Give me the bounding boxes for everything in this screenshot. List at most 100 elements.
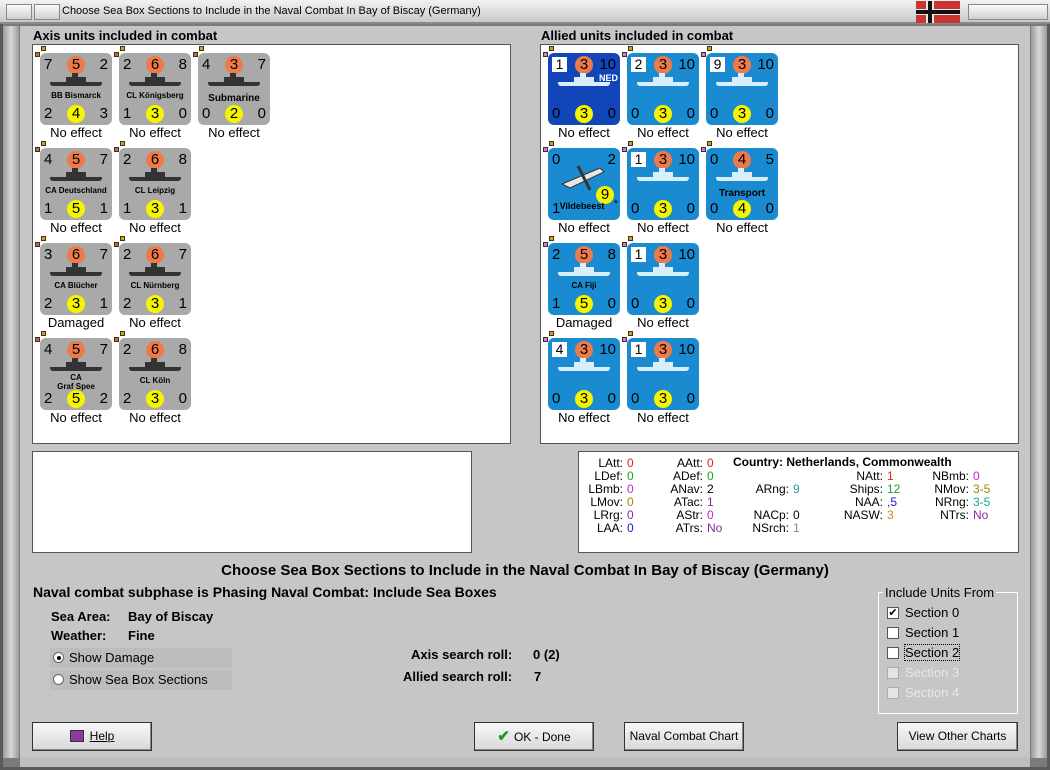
axis-roll-value: 0 (2): [533, 647, 560, 662]
unit-name: CL Leipzig: [134, 186, 176, 195]
nationality-marker-icon: [35, 147, 40, 152]
unit-stat-tl: 1: [631, 342, 646, 357]
unit-stat-tl: 9: [710, 57, 725, 72]
stat-key: ADef:: [672, 469, 703, 483]
axis-unit-counter[interactable]: 4 7 0 0 3 2 Submarine: [198, 53, 270, 125]
attack-value-badge: 3: [575, 341, 593, 359]
axis-unit-counter[interactable]: 4 7 2 2 5 5 Graf Spee CA: [40, 338, 112, 410]
combat-result-label: No effect: [637, 220, 689, 235]
combat-result-label: Damaged: [47, 315, 105, 330]
radio-icon[interactable]: [53, 674, 64, 685]
ship-silhouette-icon: [129, 168, 181, 181]
unit-stat-tl: 1: [552, 57, 567, 72]
attack-value-badge: 3: [575, 56, 593, 74]
stat-value: 1: [793, 521, 800, 535]
allied-unit-counter[interactable]: 1 10 0 0 3 3: [627, 148, 699, 220]
nationality-marker-icon: [628, 236, 633, 241]
axis-unit-counter[interactable]: 2 7 2 1 6 3 CL Nürnberg: [119, 243, 191, 315]
ship-silhouette-icon: [637, 263, 689, 276]
minimize-button[interactable]: [34, 4, 60, 20]
view-other-charts-button[interactable]: View Other Charts: [897, 722, 1018, 751]
section-4-checkbox: [887, 687, 899, 699]
attack-value-badge: 5: [67, 341, 85, 359]
nationality-marker-icon: [628, 46, 633, 51]
ship-silhouette-icon: [716, 168, 768, 181]
naval-combat-chart-button[interactable]: Naval Combat Chart: [624, 722, 744, 751]
unit-stat-br: 1: [99, 200, 108, 217]
allied-unit-counter[interactable]: 0 5 0 0 4 4 Transport: [706, 148, 778, 220]
stat-key: NTrs:: [940, 508, 969, 522]
unit-stat-br: 1: [178, 295, 187, 312]
help-button[interactable]: Help: [32, 722, 152, 751]
unit-stat-br: 0: [765, 105, 774, 122]
allied-unit-counter[interactable]: 1 10 0 0 3 3 NED: [548, 53, 620, 125]
allied-unit-counter[interactable]: 9 10 0 0 3 3: [706, 53, 778, 125]
attack-value-badge: 3: [225, 56, 243, 74]
section-2-checkbox[interactable]: [887, 647, 899, 659]
allied-unit-counter[interactable]: 0 2 1 * 9 Vildebeest: [548, 148, 620, 220]
unit-stat-tr: 7: [99, 151, 108, 168]
stat-key: ANav:: [670, 482, 703, 496]
ship-silhouette-icon: [558, 358, 610, 371]
section-1-checkbox[interactable]: [887, 627, 899, 639]
dialog-heading: Choose Sea Box Sections to Include in th…: [221, 562, 829, 579]
axis-unit-counter[interactable]: 2 8 1 1 6 3 CL Leipzig: [119, 148, 191, 220]
unit-stat-tr: 8: [178, 151, 187, 168]
combat-result-label: No effect: [129, 220, 181, 235]
ship-silhouette-icon: [637, 168, 689, 181]
allied-unit-counter[interactable]: 2 10 0 0 3 3: [627, 53, 699, 125]
unit-name: CA: [70, 373, 82, 382]
include-units-group: Include Units From ✔ Section 0 Section 1…: [878, 585, 1018, 714]
show-damage-option[interactable]: Show Damage: [50, 648, 232, 668]
unit-stat-tr: 2: [607, 151, 616, 168]
defense-value-badge: 3: [654, 390, 672, 408]
system-menu-button[interactable]: [6, 4, 32, 20]
title-right-buttons[interactable]: [968, 4, 1048, 20]
stat-value: ,5: [887, 495, 898, 509]
axis-unit-counter[interactable]: 4 7 1 1 5 5 CA Deutschland: [40, 148, 112, 220]
stat-value: 1: [707, 495, 714, 509]
unit-stat-tl: 2: [123, 341, 132, 358]
germany-flag-icon: [916, 1, 960, 23]
weather-value: Fine: [128, 628, 155, 643]
unit-stat-bl: 2: [44, 105, 53, 122]
axis-unit-counter[interactable]: 2 8 1 0 6 3 CL Königsberg: [119, 53, 191, 125]
unit-stat-tr: 10: [757, 56, 774, 73]
ok-done-button[interactable]: ✔ OK - Done: [474, 722, 594, 751]
axis-unit-counter[interactable]: 2 8 2 0 6 3 CL Köln: [119, 338, 191, 410]
section-0-checkbox[interactable]: ✔: [887, 607, 899, 619]
combat-result-label: Damaged: [555, 315, 613, 330]
defense-value-badge: 3: [575, 105, 593, 123]
allied-unit-counter[interactable]: 4 10 0 0 3 3: [548, 338, 620, 410]
allied-unit-counter[interactable]: 1 10 0 0 3 3: [627, 243, 699, 315]
allied-unit-counter[interactable]: 2 8 1 0 5 5 CA Fiji: [548, 243, 620, 315]
combat-result-label: No effect: [558, 220, 610, 235]
stat-key: ATac:: [673, 495, 703, 509]
show-sections-option[interactable]: Show Sea Box Sections: [50, 670, 232, 690]
defense-value-badge: 4: [67, 105, 85, 123]
unit-stat-bl: 2: [123, 295, 132, 312]
radio-selected-icon[interactable]: [53, 652, 64, 663]
stat-value: 3-5: [973, 495, 991, 509]
unit-stat-tr: 5: [765, 151, 774, 168]
unit-stat-bl: 0: [710, 200, 719, 217]
unit-name: Submarine: [208, 93, 260, 104]
combat-result-label: No effect: [50, 220, 102, 235]
stat-key: NRng:: [934, 495, 969, 509]
unit-stat-bl: 0: [202, 105, 211, 122]
unit-stat-tl: 2: [123, 246, 132, 263]
stat-key: AStr:: [676, 508, 703, 522]
attack-value-badge: 6: [67, 246, 85, 264]
ship-silhouette-icon: [129, 263, 181, 276]
nationality-marker-icon: [707, 141, 712, 146]
section-1-label: Section 1: [905, 625, 960, 640]
stat-key: LRrg:: [593, 508, 623, 522]
ship-silhouette-icon: [208, 73, 260, 86]
unit-stat-tr: 8: [178, 56, 187, 73]
unit-stat-bl: 2: [44, 295, 53, 312]
nationality-marker-icon: [35, 337, 40, 342]
unit-stat-tr: 8: [178, 341, 187, 358]
axis-unit-counter[interactable]: 7 2 2 3 5 4 BB Bismarck: [40, 53, 112, 125]
axis-unit-counter[interactable]: 3 7 2 1 6 3 CA Blücher: [40, 243, 112, 315]
allied-unit-counter[interactable]: 1 10 0 0 3 3: [627, 338, 699, 410]
